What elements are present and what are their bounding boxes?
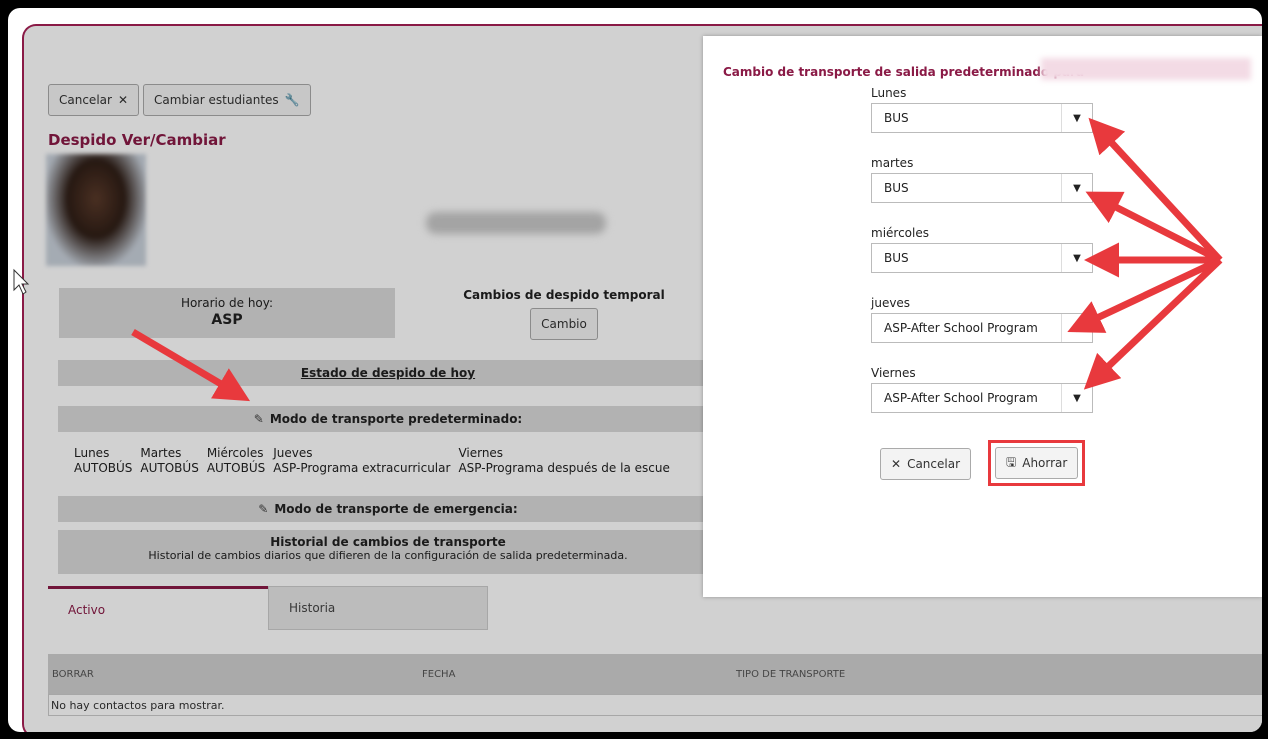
day-header: Viernes — [458, 446, 504, 460]
select-value: BUS — [884, 111, 909, 125]
student-name-redacted — [426, 212, 606, 234]
lunes-select[interactable]: BUS ▼ — [871, 103, 1093, 133]
cancel-button[interactable]: Cancelar ✕ — [48, 84, 140, 116]
select-value: ASP-After School Program — [884, 391, 1038, 405]
history-grid: BORRAR FECHA TIPO DE TRANSPORTE No hay c… — [48, 654, 1262, 716]
grid-header: BORRAR FECHA TIPO DE TRANSPORTE — [48, 654, 1262, 694]
toolbar: Cancelar ✕ Cambiar estudiantes 🔧 — [48, 84, 311, 116]
save-button[interactable]: 🖫 Ahorrar — [995, 447, 1079, 479]
day-value: ASP-Programa después de la escue — [458, 461, 670, 475]
chevron-down-icon: ▼ — [1061, 314, 1092, 342]
field-label: Viernes — [871, 366, 916, 380]
column-header[interactable]: TIPO DE TRANSPORTE — [736, 669, 845, 680]
modal-cancel-wrap: ✕ Cancelar — [880, 448, 972, 480]
field-label: miércoles — [871, 226, 929, 240]
history-box: Historial de cambios de transporte Histo… — [58, 530, 718, 574]
temp-changes-label: Cambios de despido temporal — [463, 288, 665, 302]
day-header: Martes — [140, 446, 182, 460]
change-button[interactable]: Cambio — [530, 308, 598, 340]
tab-activo[interactable]: Activo — [48, 586, 268, 630]
viernes-select[interactable]: ASP-After School Program ▼ — [871, 383, 1093, 413]
column-header[interactable]: BORRAR — [52, 669, 94, 680]
schedule-label: Horario de hoy: — [180, 296, 274, 310]
field-viernes: Viernes ASP-After School Program ▼ — [871, 366, 1093, 413]
field-lunes: Lunes BUS ▼ — [871, 86, 1093, 133]
field-label: jueves — [871, 296, 911, 310]
day-value: AUTOBÚS — [206, 461, 266, 475]
close-icon: ✕ — [891, 457, 902, 471]
history-subtitle: Historial de cambios diarios que difiere… — [148, 549, 628, 562]
cancel-label: Cancelar — [59, 93, 112, 107]
day-header: Lunes — [74, 446, 110, 460]
field-jueves: jueves ASP-After School Program ▼ — [871, 296, 1093, 343]
schedule-value: ASP — [211, 312, 243, 328]
page-title: Despido Ver/Cambiar — [48, 131, 226, 149]
save-label: Ahorrar — [1022, 456, 1068, 470]
day-header: Jueves — [273, 446, 313, 460]
student-name-redacted — [1041, 58, 1251, 80]
select-value: BUS — [884, 181, 909, 195]
default-mode-bar: ✎ Modo de transporte predeterminado: — [58, 406, 718, 432]
pencil-icon[interactable]: ✎ — [258, 502, 268, 516]
today-schedule: Horario de hoy: ASP — [59, 288, 395, 338]
status-bar-label: Estado de despido de hoy — [300, 366, 476, 380]
chevron-down-icon: ▼ — [1061, 104, 1092, 132]
wrench-icon: 🔧 — [284, 93, 300, 107]
day-value: AUTOBÚS — [140, 461, 199, 475]
temp-changes: Cambios de despido temporal Cambio — [454, 288, 674, 340]
field-martes: martes BUS ▼ — [871, 156, 1093, 203]
tabs: Activo Historia — [48, 586, 488, 630]
select-value: ASP-After School Program — [884, 321, 1038, 335]
modal-cancel-button[interactable]: ✕ Cancelar — [880, 448, 972, 480]
history-title: Historial de cambios de transporte — [270, 535, 506, 549]
modal-dialog: Cambio de transporte de salida predeterm… — [703, 36, 1262, 597]
modal-cancel-label: Cancelar — [907, 457, 961, 471]
student-photo — [46, 154, 146, 266]
miercoles-select[interactable]: BUS ▼ — [871, 243, 1093, 273]
martes-select[interactable]: BUS ▼ — [871, 173, 1093, 203]
emergency-mode-bar: ✎ Modo de transporte de emergencia: — [58, 496, 718, 522]
emergency-mode-label: Modo de transporte de emergencia: — [274, 502, 518, 516]
change-students-button[interactable]: Cambiar estudiantes 🔧 — [143, 84, 311, 116]
status-bar[interactable]: Estado de despido de hoy — [58, 360, 718, 386]
empty-row: No hay contactos para mostrar. — [48, 694, 1262, 716]
select-value: BUS — [884, 251, 909, 265]
field-miercoles: miércoles BUS ▼ — [871, 226, 1093, 273]
close-icon: ✕ — [117, 93, 129, 107]
window-frame: Cancelar ✕ Cambiar estudiantes 🔧 Despido… — [8, 8, 1262, 732]
field-label: Lunes — [871, 86, 907, 100]
save-highlight: 🖫 Ahorrar — [988, 440, 1086, 486]
chevron-down-icon: ▼ — [1061, 244, 1092, 272]
day-value: ASP-Programa extracurricular — [273, 461, 451, 475]
field-label: martes — [871, 156, 914, 170]
jueves-select[interactable]: ASP-After School Program ▼ — [871, 313, 1093, 343]
tab-historia[interactable]: Historia — [268, 586, 488, 630]
day-value: AUTOBÚS — [74, 461, 133, 475]
day-header: Miércoles — [206, 446, 264, 460]
modal-title: Cambio de transporte de salida predeterm… — [723, 65, 1085, 79]
default-mode-label: Modo de transporte predeterminado: — [269, 412, 523, 426]
change-students-label: Cambiar estudiantes — [154, 93, 279, 107]
chevron-down-icon: ▼ — [1061, 384, 1092, 412]
floppy-icon: 🖫 — [1006, 454, 1017, 469]
default-days-table: Lunes Martes Miércoles Jueves Viernes AU… — [70, 446, 674, 476]
chevron-down-icon: ▼ — [1061, 174, 1092, 202]
column-header[interactable]: FECHA — [422, 669, 455, 680]
pencil-icon[interactable]: ✎ — [254, 412, 264, 426]
